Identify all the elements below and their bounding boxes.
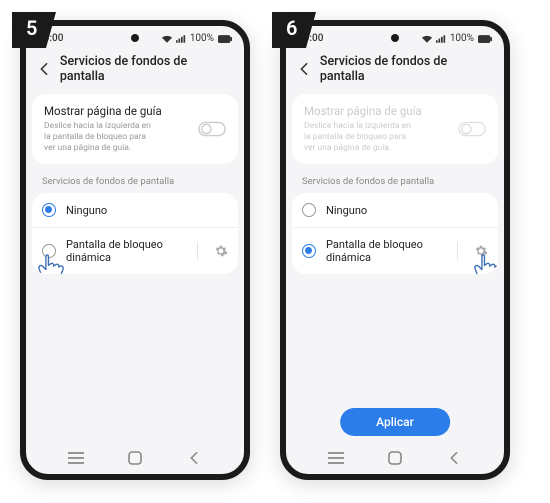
- gear-icon[interactable]: [474, 244, 488, 258]
- apply-button[interactable]: Aplicar: [340, 408, 450, 436]
- guide-desc: Deslice hacia la izquierda en la pantall…: [304, 121, 458, 154]
- app-header: Servicios de fondos de pantalla: [286, 48, 504, 94]
- radio-dynamic[interactable]: [42, 244, 56, 258]
- signal-icon: [436, 35, 446, 43]
- step-badge: 5: [12, 12, 56, 48]
- section-label: Servicios de fondos de pantalla: [286, 172, 504, 193]
- guide-title: Mostrar página de guía: [44, 104, 198, 118]
- nav-back-icon[interactable]: [440, 451, 468, 465]
- nav-recents-icon[interactable]: [322, 452, 350, 464]
- wallpaper-options: Ninguno Pantalla de bloqueo dinámica: [32, 193, 238, 274]
- nav-home-icon[interactable]: [121, 451, 149, 465]
- phone-frame: 10:00 100% Servicios de fondos de pantal…: [280, 20, 510, 480]
- battery-icon: [478, 35, 492, 43]
- nav-home-icon[interactable]: [381, 451, 409, 465]
- wifi-icon: [422, 35, 432, 43]
- signal-icon: [176, 35, 186, 43]
- page-title: Servicios de fondos de pantalla: [60, 54, 234, 84]
- option-none[interactable]: Ninguno: [292, 193, 498, 228]
- section-label: Servicios de fondos de pantalla: [26, 172, 244, 193]
- battery-icon: [218, 35, 232, 43]
- option-dynamic[interactable]: Pantalla de bloqueo dinámica: [292, 228, 498, 274]
- wallpaper-options: Ninguno Pantalla de bloqueo dinámica: [292, 193, 498, 274]
- option-dynamic-label: Pantalla de bloqueo dinámica: [326, 238, 447, 264]
- page-title: Servicios de fondos de pantalla: [320, 54, 494, 84]
- toggle-switch[interactable]: [458, 121, 486, 137]
- option-none-label: Ninguno: [326, 204, 488, 217]
- nav-recents-icon[interactable]: [62, 452, 90, 464]
- camera-notch: [131, 34, 139, 42]
- gear-separator: [197, 242, 198, 260]
- radio-none[interactable]: [302, 203, 316, 217]
- step-number: 5: [26, 16, 37, 40]
- wifi-icon: [162, 35, 172, 43]
- radio-none[interactable]: [42, 203, 56, 217]
- option-none[interactable]: Ninguno: [32, 193, 238, 228]
- nav-back-icon[interactable]: [180, 451, 208, 465]
- app-header: Servicios de fondos de pantalla: [26, 48, 244, 94]
- guide-card[interactable]: Mostrar página de guía Deslice hacia la …: [292, 94, 498, 164]
- nav-bar: [286, 442, 504, 474]
- gear-separator: [457, 242, 458, 260]
- toggle-switch[interactable]: [198, 121, 226, 137]
- status-icons: 100%: [422, 33, 492, 44]
- back-icon[interactable]: [296, 61, 312, 77]
- radio-dynamic[interactable]: [302, 244, 316, 258]
- status-icons: 100%: [162, 33, 232, 44]
- battery-pct: 100%: [190, 33, 214, 44]
- back-icon[interactable]: [36, 61, 52, 77]
- step-number: 6: [286, 16, 297, 40]
- option-dynamic-label: Pantalla de bloqueo dinámica: [66, 238, 187, 264]
- guide-title: Mostrar página de guía: [304, 104, 458, 118]
- option-dynamic[interactable]: Pantalla de bloqueo dinámica: [32, 228, 238, 274]
- step-6-container: 6 10:00 100% Servicios de fondos de pant…: [280, 20, 510, 480]
- phone-frame: 10:00 100% Servicios de fondos de pantal…: [20, 20, 250, 480]
- step-5-container: 5 10:00 100% Servicios de fondos de pant…: [20, 20, 250, 480]
- guide-desc: Deslice hacia la izquierda en la pantall…: [44, 121, 198, 154]
- camera-notch: [391, 34, 399, 42]
- guide-card[interactable]: Mostrar página de guía Deslice hacia la …: [32, 94, 238, 164]
- option-none-label: Ninguno: [66, 204, 228, 217]
- battery-pct: 100%: [450, 33, 474, 44]
- nav-bar: [26, 442, 244, 474]
- gear-icon[interactable]: [214, 244, 228, 258]
- step-badge: 6: [272, 12, 316, 48]
